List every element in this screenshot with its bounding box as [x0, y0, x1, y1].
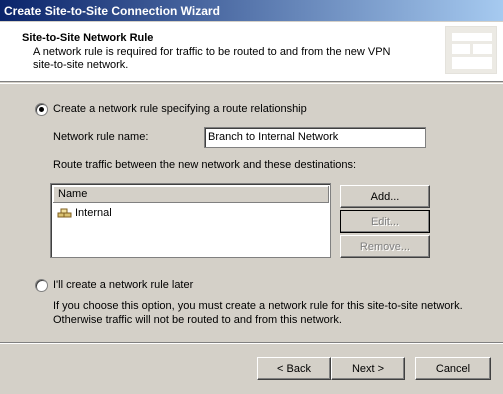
window-title: Create Site-to-Site Connection Wizard — [4, 4, 220, 18]
header-separator — [0, 83, 503, 84]
add-button[interactable]: Add... — [340, 185, 430, 208]
window-title-bar[interactable]: Create Site-to-Site Connection Wizard — [0, 0, 503, 22]
remove-button[interactable]: Remove... — [340, 235, 430, 258]
next-button-label: Next > — [351, 362, 385, 375]
back-button-label: < Back — [277, 362, 311, 375]
list-item[interactable]: Internal — [57, 206, 112, 220]
edit-button-label: Edit... — [370, 215, 400, 228]
cancel-button[interactable]: Cancel — [415, 357, 491, 380]
create-rule-radio[interactable] — [35, 103, 48, 116]
edit-button[interactable]: Edit... — [340, 210, 430, 233]
wizard-header: Site-to-Site Network Rule A network rule… — [0, 22, 503, 82]
remove-button-label: Remove... — [359, 240, 411, 253]
create-later-description-2: Otherwise traffic will not be routed to … — [53, 314, 342, 326]
destinations-list[interactable]: Name Internal — [50, 183, 331, 258]
list-item-label: Internal — [75, 207, 112, 219]
back-button[interactable]: < Back — [257, 357, 331, 380]
cancel-button-label: Cancel — [435, 362, 471, 375]
wizard-header-icon — [445, 26, 497, 74]
destinations-label: Route traffic between the new network an… — [53, 159, 357, 171]
rule-name-input[interactable]: Branch to Internal Network — [204, 127, 426, 148]
list-column-name[interactable]: Name — [53, 186, 329, 203]
page-description: A network rule is required for traffic t… — [33, 46, 391, 71]
next-button[interactable]: Next > — [331, 357, 405, 380]
add-button-label: Add... — [370, 190, 400, 203]
footer-divider — [0, 342, 503, 344]
create-later-description-1: If you choose this option, you must crea… — [53, 300, 463, 312]
rule-name-label: Network rule name: — [53, 131, 149, 143]
create-later-radio[interactable] — [35, 279, 48, 292]
network-icon — [57, 207, 73, 219]
page-title: Site-to-Site Network Rule — [22, 32, 154, 44]
create-rule-label[interactable]: Create a network rule specifying a route… — [53, 103, 307, 115]
create-later-label[interactable]: I'll create a network rule later — [53, 279, 193, 291]
